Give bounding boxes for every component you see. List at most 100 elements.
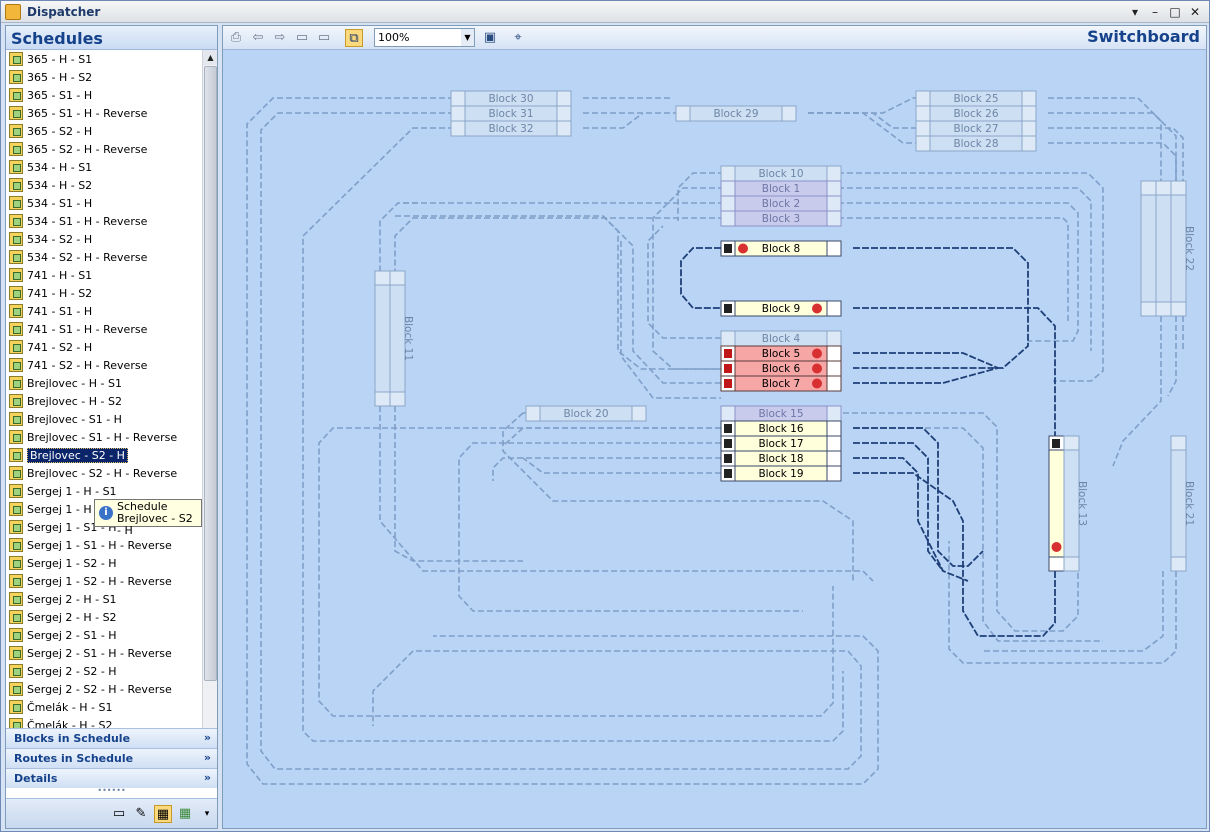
block-25[interactable]: Block 25	[915, 90, 1037, 107]
list-item[interactable]: Sergej 1 - S1 - H - Reverse	[6, 536, 202, 554]
list-item[interactable]: Brejlovec - S2 - H	[6, 446, 202, 464]
list-item[interactable]: 365 - S2 - H - Reverse	[6, 140, 202, 158]
list-item[interactable]: 365 - S1 - H - Reverse	[6, 104, 202, 122]
list-item[interactable]: 534 - S1 - H - Reverse	[6, 212, 202, 230]
block-10[interactable]: Block 10	[720, 165, 842, 182]
list-item[interactable]: 365 - S1 - H	[6, 86, 202, 104]
signal-icon	[1052, 439, 1060, 448]
list-item[interactable]: Sergej 2 - S2 - H	[6, 662, 202, 680]
details-section[interactable]: Details »	[6, 768, 217, 788]
list-item[interactable]: 534 - H - S1	[6, 158, 202, 176]
block-29[interactable]: Block 29	[675, 105, 797, 122]
block-6[interactable]: Block 6	[720, 360, 842, 377]
options-dropdown-icon[interactable]: ▾	[198, 805, 216, 823]
list-item[interactable]: Sergej 2 - H - S1	[6, 590, 202, 608]
block-20[interactable]: Block 20	[525, 405, 647, 422]
expand-chevron-icon[interactable]: »	[204, 731, 211, 744]
list-item[interactable]: Brejlovec - S1 - H	[6, 410, 202, 428]
block-5[interactable]: Block 5	[720, 345, 842, 362]
list-item[interactable]: Sergej 2 - H - S2	[6, 608, 202, 626]
block-28[interactable]: Block 28	[915, 135, 1037, 152]
list-item[interactable]: Sergej 2 - S1 - H	[6, 626, 202, 644]
list-item[interactable]: Sergej 1 - S2 - H - Reverse	[6, 572, 202, 590]
block-15[interactable]: Block 15	[720, 405, 842, 422]
block-26[interactable]: Block 26	[915, 105, 1037, 122]
block-3[interactable]: Block 3	[720, 210, 842, 227]
block-8[interactable]: Block 8	[720, 240, 842, 257]
block-17[interactable]: Block 17	[720, 435, 842, 452]
list-item[interactable]: 741 - H - S2	[6, 284, 202, 302]
block-30[interactable]: Block 30	[450, 90, 572, 107]
list-item[interactable]: 741 - S1 - H	[6, 302, 202, 320]
block-2[interactable]: Block 2	[720, 195, 842, 212]
schedule-view-icon[interactable]: ▦	[154, 805, 172, 823]
scroll-up-arrow-icon[interactable]: ▲	[203, 50, 217, 65]
list-item-label: 365 - S1 - H - Reverse	[27, 106, 148, 120]
list-item[interactable]: 741 - H - S1	[6, 266, 202, 284]
list-item[interactable]: Sergej 1 - S2 - H	[6, 554, 202, 572]
expand-chevron-icon[interactable]: »	[204, 751, 211, 764]
list-item[interactable]: 534 - S2 - H	[6, 230, 202, 248]
panel-right-icon[interactable]: ▭	[315, 29, 333, 47]
pencil-icon[interactable]: ✎	[132, 805, 150, 823]
list-item[interactable]: Brejlovec - S1 - H - Reverse	[6, 428, 202, 446]
list-item[interactable]: Brejlovec - S2 - H - Reverse	[6, 464, 202, 482]
list-item[interactable]: Brejlovec - H - S1	[6, 374, 202, 392]
block-18[interactable]: Block 18	[720, 450, 842, 467]
list-item[interactable]: 741 - S2 - H	[6, 338, 202, 356]
list-item[interactable]: 534 - S1 - H	[6, 194, 202, 212]
block-icon[interactable]: ▭	[110, 805, 128, 823]
block-27[interactable]: Block 27	[915, 120, 1037, 137]
block-1[interactable]: Block 1	[720, 180, 842, 197]
blocks-in-schedule-section[interactable]: Blocks in Schedule »	[6, 728, 217, 748]
print-icon[interactable]: ⎙	[227, 29, 245, 47]
block-19[interactable]: Block 19	[720, 465, 842, 482]
scroll-thumb[interactable]	[204, 66, 217, 681]
switchboard-canvas[interactable]: Block 30 Block 31 Block 32 Block 29 Block 25…	[223, 51, 1206, 828]
list-item-label: Sergej 1 - S1 - H - Reverse	[27, 538, 172, 552]
list-item[interactable]: 365 - H - S1	[6, 50, 202, 68]
block-4[interactable]: Block 4	[720, 330, 842, 347]
block-13[interactable]: Block 13	[1063, 435, 1088, 572]
block-31[interactable]: Block 31	[450, 105, 572, 122]
list-item[interactable]: 534 - S2 - H - Reverse	[6, 248, 202, 266]
list-item[interactable]: Sergej 2 - S2 - H - Reverse	[6, 680, 202, 698]
schedule-add-icon[interactable]: ▦	[176, 805, 194, 823]
chevron-down-icon[interactable]: ▼	[461, 29, 474, 46]
list-item[interactable]: Čmelák - H - S1	[6, 698, 202, 716]
list-item[interactable]: 741 - S2 - H - Reverse	[6, 356, 202, 374]
zoom-select[interactable]: 100% ▼	[374, 28, 475, 47]
list-item[interactable]: Sergej 2 - S1 - H - Reverse	[6, 644, 202, 662]
list-item[interactable]: Brejlovec - H - S2	[6, 392, 202, 410]
schedule-icon	[9, 142, 23, 156]
locate-icon[interactable]: ⌖	[509, 29, 527, 47]
list-item[interactable]: 741 - S1 - H - Reverse	[6, 320, 202, 338]
block-11[interactable]: Block 11	[389, 270, 414, 407]
block-label: Block 15	[758, 408, 803, 420]
schedules-scrollbar[interactable]: ▲ ▼	[202, 50, 217, 752]
block-7[interactable]: Block 7	[720, 375, 842, 392]
block-9[interactable]: Block 9	[720, 300, 842, 317]
minimize-button[interactable]: –	[1147, 4, 1163, 20]
block-16[interactable]: Block 16	[720, 420, 842, 437]
panel-grip[interactable]: ••••••	[6, 787, 217, 795]
block-32[interactable]: Block 32	[450, 120, 572, 137]
stop-icon	[1051, 542, 1062, 552]
zoom-value: 100%	[378, 31, 410, 44]
maximize-button[interactable]: □	[1167, 4, 1183, 20]
routes-in-schedule-section[interactable]: Routes in Schedule »	[6, 748, 217, 768]
list-item[interactable]: 365 - H - S2	[6, 68, 202, 86]
block-22[interactable]: Block 22	[1170, 180, 1195, 317]
list-item[interactable]: 365 - S2 - H	[6, 122, 202, 140]
panel-left-icon[interactable]: ▭	[293, 29, 311, 47]
fit-page-icon[interactable]: ▣	[481, 29, 499, 47]
expand-chevron-icon[interactable]: »	[204, 771, 211, 784]
forward-arrow-icon[interactable]: ⇨	[271, 29, 289, 47]
menu-dropdown-button[interactable]: ▾	[1127, 4, 1143, 20]
list-item[interactable]: 534 - H - S2	[6, 176, 202, 194]
close-button[interactable]: ✕	[1187, 4, 1203, 20]
block-21[interactable]: Block 21	[1170, 435, 1195, 572]
back-arrow-icon[interactable]: ⇦	[249, 29, 267, 47]
list-item[interactable]: Sergej 1 - H - S1	[6, 482, 202, 500]
layout-icon[interactable]: ⧉	[345, 29, 363, 47]
